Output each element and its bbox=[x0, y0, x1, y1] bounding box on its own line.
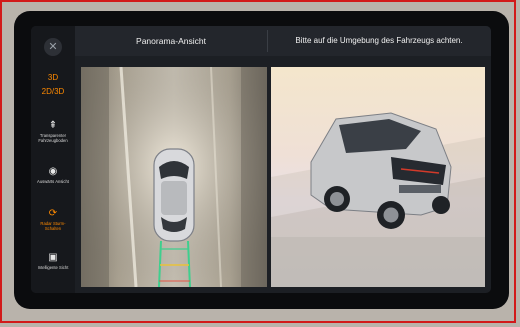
transparent-floor-icon: ⇞ bbox=[48, 120, 58, 131]
infotainment-screen: ✕ 3D 2D/3D ⇞ Transparenter Fahrzeugboden… bbox=[31, 26, 491, 293]
camera-icon: ▣ bbox=[48, 252, 58, 263]
sidebar-item-outward-view[interactable]: ◉ Auswärts Ansicht bbox=[31, 166, 75, 184]
sidebar-item-radar[interactable]: ⟳ Radar Sturm-Schalten bbox=[31, 208, 75, 231]
warning-message: Bitte auf die Umgebung des Fahrzeugs ach… bbox=[295, 36, 463, 45]
sidebar-item-label: Auswärts Ansicht bbox=[37, 179, 69, 184]
mode-3d-button[interactable]: 3D bbox=[31, 73, 75, 82]
sidebar-item-label: Intelligente Sicht bbox=[37, 265, 69, 270]
panorama-title: Panorama-Ansicht bbox=[136, 36, 206, 46]
close-button[interactable]: ✕ bbox=[44, 38, 62, 56]
sidebar-item-label: Radar Sturm-Schalten bbox=[40, 221, 66, 231]
sidebar: ✕ 3D 2D/3D ⇞ Transparenter Fahrzeugboden… bbox=[31, 26, 75, 293]
sidebar-item-label: Transparenter Fahrzeugboden bbox=[38, 133, 68, 143]
sidebar-item-transparent-floor[interactable]: ⇞ Transparenter Fahrzeugboden bbox=[31, 120, 75, 143]
mode-2d3d-button[interactable]: 2D/3D bbox=[31, 87, 75, 96]
top-down-camera-view[interactable] bbox=[81, 67, 267, 287]
ego-car-top bbox=[153, 148, 195, 242]
3d-camera-view[interactable] bbox=[271, 67, 485, 287]
sidebar-item-smart-view[interactable]: ▣ Intelligente Sicht bbox=[31, 252, 75, 270]
eye-icon: ◉ bbox=[48, 166, 58, 177]
close-icon: ✕ bbox=[48, 41, 58, 53]
3d-scene bbox=[271, 112, 485, 287]
radar-icon: ⟳ bbox=[48, 208, 58, 219]
top-down-scene bbox=[81, 67, 267, 287]
